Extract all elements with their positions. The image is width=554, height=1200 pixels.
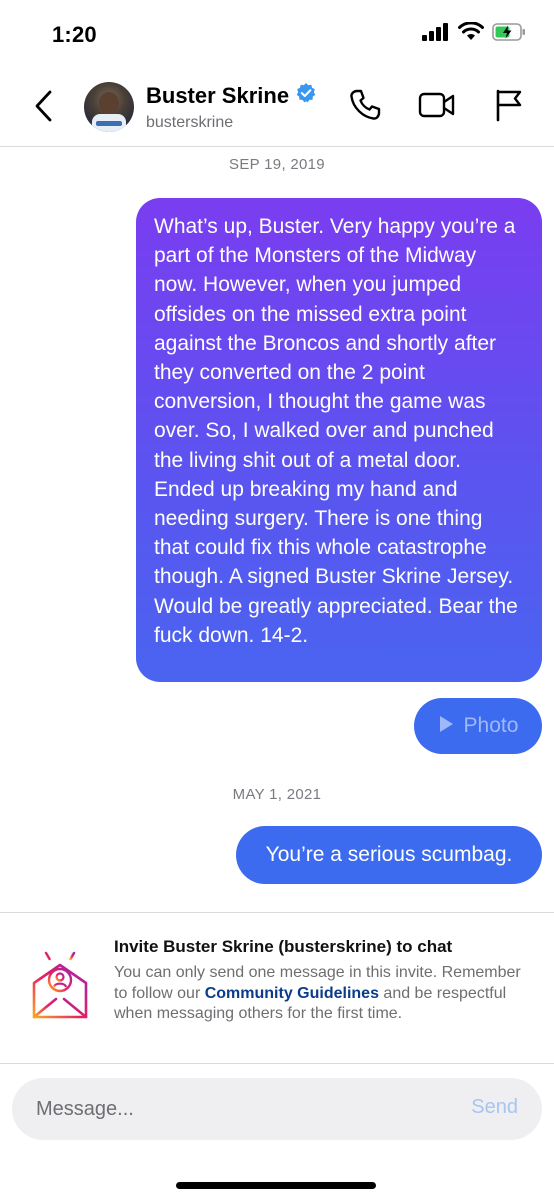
verified-badge-icon bbox=[295, 82, 317, 109]
sent-message-bubble[interactable]: What’s up, Buster. Very happy you’re a p… bbox=[136, 198, 542, 682]
invite-title: Invite Buster Skrine (busterskrine) to c… bbox=[114, 937, 453, 956]
message-composer: Send bbox=[12, 1078, 542, 1140]
play-icon bbox=[438, 715, 454, 738]
avatar[interactable] bbox=[84, 82, 134, 132]
chat-header: Buster Skrine busterskrine bbox=[0, 70, 554, 147]
contact-name-row[interactable]: Buster Skrine bbox=[146, 82, 317, 109]
message-input[interactable] bbox=[36, 1078, 436, 1140]
date-separator: SEP 19, 2019 bbox=[229, 156, 325, 173]
back-chevron-icon bbox=[34, 90, 54, 127]
status-icons bbox=[422, 21, 526, 46]
signal-bars-icon bbox=[422, 22, 450, 46]
invite-body: You can only send one message in this in… bbox=[114, 963, 524, 1025]
contact-handle: busterskrine bbox=[146, 114, 234, 131]
sent-message-bubble[interactable]: You’re a serious scumbag. bbox=[236, 826, 542, 884]
invite-envelope-icon bbox=[30, 947, 90, 1021]
invite-panel: Invite Buster Skrine (busterskrine) to c… bbox=[0, 912, 554, 1064]
community-guidelines-link[interactable]: Community Guidelines bbox=[205, 985, 379, 1002]
home-indicator bbox=[176, 1182, 376, 1189]
header-actions bbox=[346, 88, 528, 126]
contact-name: Buster Skrine bbox=[146, 82, 290, 108]
status-time: 1:20 bbox=[52, 22, 97, 47]
wifi-icon bbox=[458, 21, 484, 46]
photo-message-bubble[interactable]: Photo bbox=[414, 698, 542, 754]
date-separator: MAY 1, 2021 bbox=[232, 786, 322, 803]
status-bar: 1:20 bbox=[0, 0, 554, 70]
direct-message-screen: 1:20 Buster Skrine busterskrine SEP 19, … bbox=[0, 0, 554, 1200]
video-call-button[interactable] bbox=[418, 88, 456, 126]
flag-icon bbox=[494, 88, 524, 127]
phone-icon bbox=[348, 88, 382, 127]
report-button[interactable] bbox=[490, 88, 528, 126]
video-camera-icon bbox=[418, 90, 456, 125]
battery-charging-icon bbox=[492, 22, 526, 46]
photo-label: Photo bbox=[463, 714, 519, 737]
send-button[interactable]: Send bbox=[471, 1096, 518, 1119]
back-button[interactable] bbox=[28, 88, 60, 128]
audio-call-button[interactable] bbox=[346, 88, 384, 126]
